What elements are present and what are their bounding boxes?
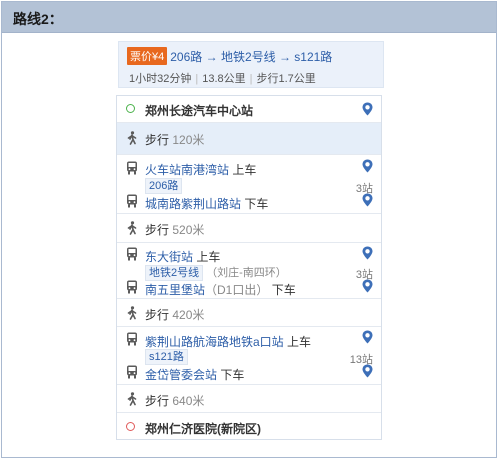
- end-station: 郑州仁济医院(新院区): [145, 422, 261, 436]
- summary-walk: 步行1.7公里: [256, 73, 316, 85]
- board-action: 上车: [196, 250, 221, 264]
- summary-route-line: 票价¥4 206路 → 地铁2号线 → s121路: [127, 47, 332, 65]
- line-tag[interactable]: 206路: [145, 178, 183, 194]
- map-pin-icon[interactable]: [362, 102, 373, 116]
- alight-station[interactable]: 南五里堡站: [145, 283, 205, 297]
- alight-station[interactable]: 城南路紫荆山路站: [145, 197, 241, 211]
- board-action: 上车: [287, 335, 312, 349]
- alight-station[interactable]: 金岱管委会站: [145, 368, 217, 382]
- transit-segment: 火车站南港湾站 上车 206路 3站 城南路紫荆山路站 下车: [117, 154, 381, 212]
- bus-icon: [126, 280, 138, 294]
- walk-distance: 640米: [172, 394, 205, 408]
- summary-distance: 13.8公里: [202, 73, 246, 85]
- bus-icon: [126, 161, 138, 175]
- summary-duration: 1小时32分钟: [129, 73, 192, 85]
- route-summary[interactable]: 票价¥4 206路 → 地铁2号线 → s121路 1小时32分钟 | 13.8公里 |…: [118, 41, 384, 88]
- end-row: 郑州仁济医院(新院区): [117, 412, 381, 439]
- bus-icon: [126, 194, 138, 208]
- walk-label: 步行: [145, 133, 170, 147]
- walk-row: 步行 420米: [117, 298, 381, 326]
- panel-title: 路线2：: [2, 2, 496, 33]
- start-station: 郑州长途汽车中心站: [145, 104, 254, 118]
- walk-icon: [126, 306, 138, 320]
- bus-icon: [126, 247, 138, 261]
- route-steps: 郑州长途汽车中心站 步行 120米 火车站南港湾站 上车 206路 3站 城南路…: [116, 95, 382, 440]
- summary-route: 206路 → 地铁2号线 → s121路: [170, 50, 333, 64]
- walk-label: 步行: [145, 223, 170, 237]
- map-pin-icon[interactable]: [362, 364, 373, 378]
- walk-distance: 520米: [172, 223, 205, 237]
- map-pin-icon[interactable]: [362, 246, 373, 260]
- walk-row: 步行 520米: [117, 213, 381, 242]
- map-pin-icon[interactable]: [362, 159, 373, 173]
- walk-icon: [126, 221, 138, 235]
- walk-row: 步行 640米: [117, 384, 381, 412]
- map-pin-icon[interactable]: [362, 279, 373, 293]
- walk-label: 步行: [145, 308, 170, 322]
- transit-segment: 东大街站 上车 地铁2号线 （刘庄-南四环） 3站 南五里堡站（D1口出） 下车: [117, 242, 381, 298]
- alight-action: 下车: [220, 368, 245, 382]
- alight-action: 下车: [271, 283, 296, 297]
- line-direction: （刘庄-南四环）: [206, 267, 287, 279]
- transit-segment: 紫荆山路航海路地铁a口站 上车 s121路 13站 金岱管委会站 下车: [117, 326, 381, 384]
- walk-distance: 420米: [172, 308, 205, 322]
- walk-icon: [126, 131, 138, 145]
- walk-label: 步行: [145, 394, 170, 408]
- alight-action: 下车: [244, 197, 269, 211]
- start-row: 郑州长途汽车中心站: [117, 96, 381, 118]
- board-station[interactable]: 火车站南港湾站: [145, 163, 229, 177]
- board-station[interactable]: 紫荆山路航海路地铁a口站: [145, 335, 284, 349]
- start-dot-icon: [126, 104, 135, 113]
- fare-badge: 票价¥4: [127, 47, 168, 65]
- exit-note: （D1口出）: [205, 283, 269, 297]
- bus-icon: [126, 332, 138, 346]
- line-tag[interactable]: 地铁2号线: [145, 265, 204, 281]
- board-station[interactable]: 东大街站: [145, 250, 193, 264]
- walk-icon: [126, 392, 138, 406]
- walk-distance: 120米: [172, 133, 205, 147]
- summary-stats: 1小时32分钟 | 13.8公里 | 步行1.7公里: [129, 73, 316, 85]
- line-tag[interactable]: s121路: [145, 349, 188, 365]
- map-pin-icon[interactable]: [362, 193, 373, 207]
- bus-icon: [126, 365, 138, 379]
- walk-row: 步行 120米: [117, 122, 381, 154]
- map-pin-icon[interactable]: [362, 330, 373, 344]
- board-action: 上车: [232, 163, 257, 177]
- end-dot-icon: [126, 422, 135, 431]
